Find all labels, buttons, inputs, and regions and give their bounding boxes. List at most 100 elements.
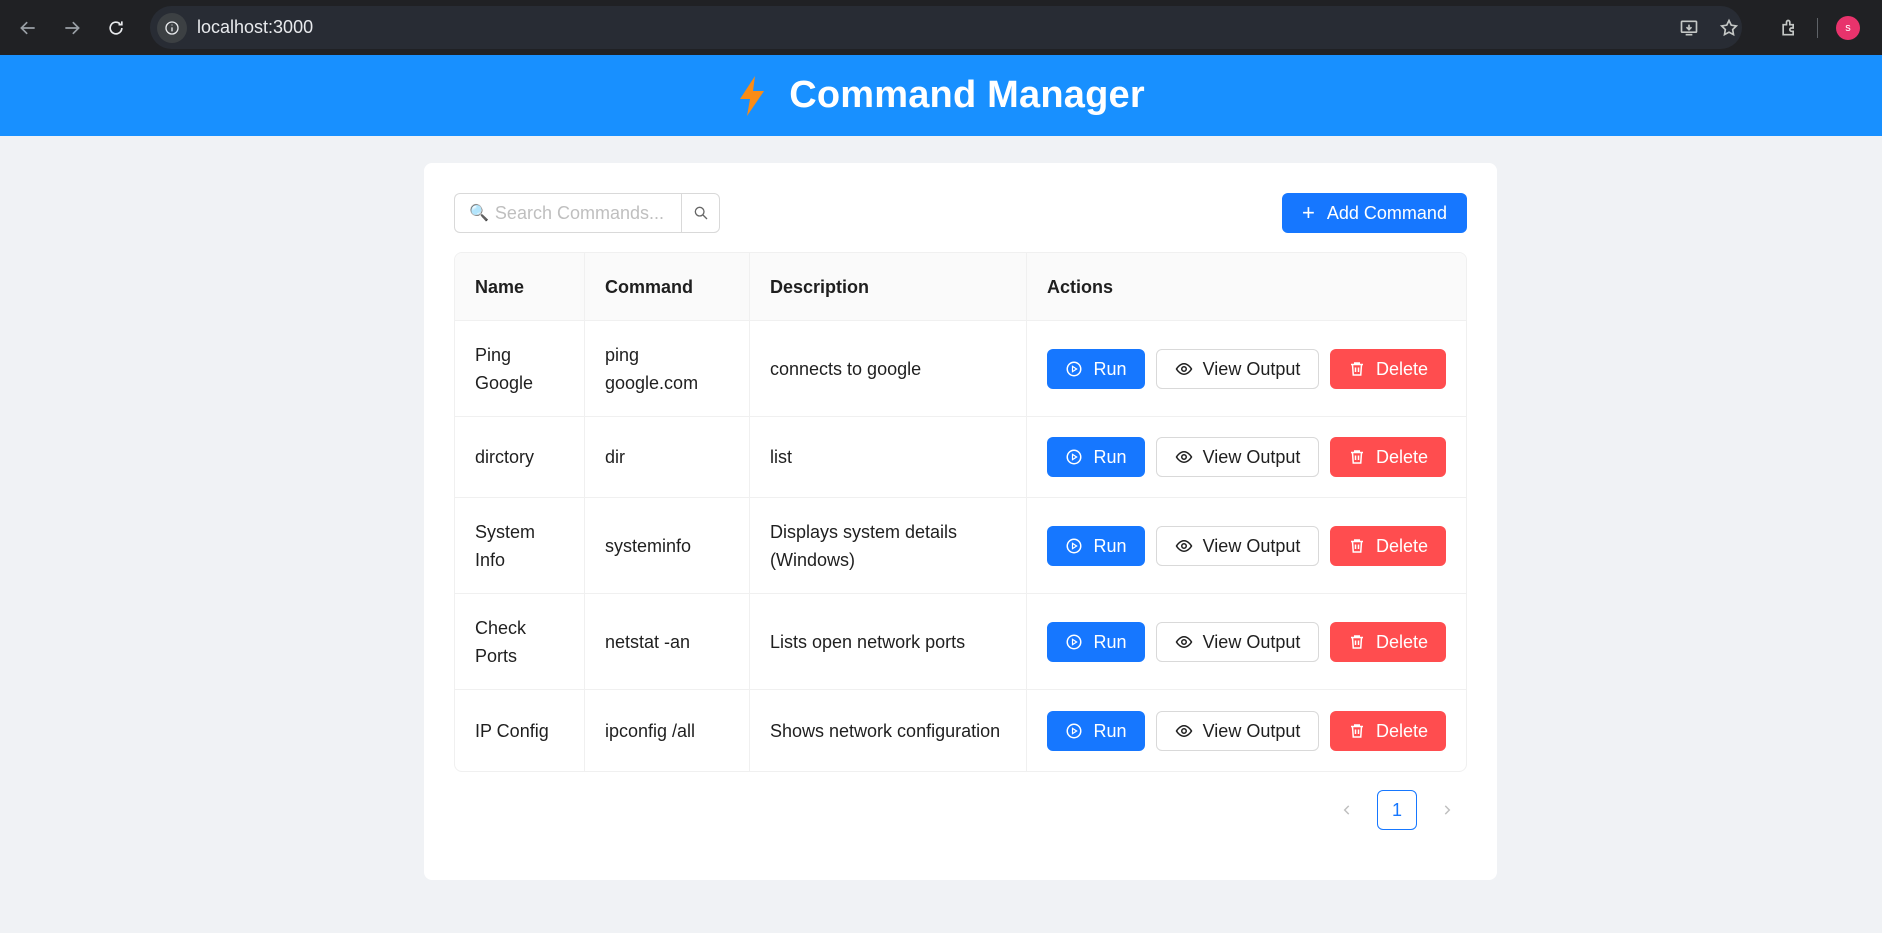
table-header-row: Name Command Description Actions <box>455 253 1466 321</box>
chevron-right-icon <box>1444 805 1451 815</box>
next-page-button[interactable] <box>1427 790 1467 830</box>
cell-name: dirctory <box>455 417 585 497</box>
search-input[interactable] <box>494 202 665 224</box>
play-circle-icon <box>1066 538 1082 553</box>
cell-command: netstat -an <box>585 594 750 689</box>
view-output-button[interactable]: View Output <box>1156 525 1319 566</box>
site-info-icon[interactable] <box>157 12 187 43</box>
search-button[interactable] <box>681 193 720 233</box>
bookmark-star-icon[interactable] <box>1709 8 1749 48</box>
cell-name: Ping Google <box>455 321 585 416</box>
delete-button[interactable]: Delete <box>1330 525 1446 566</box>
table-row: Check Ports netstat -an Lists open netwo… <box>455 594 1466 690</box>
play-circle-icon <box>1066 361 1082 376</box>
play-circle-icon <box>1066 723 1082 738</box>
run-button[interactable]: Run <box>1047 621 1145 662</box>
cell-command: systeminfo <box>585 498 750 593</box>
delete-label: Delete <box>1375 358 1429 379</box>
cell-description: connects to google <box>750 321 1027 416</box>
run-button[interactable]: Run <box>1047 710 1145 751</box>
view-output-label: View Output <box>1202 535 1301 556</box>
prev-page-button[interactable] <box>1327 790 1367 830</box>
run-button[interactable]: Run <box>1047 437 1145 477</box>
delete-button[interactable]: Delete <box>1330 348 1446 389</box>
search-field[interactable]: 🔍 <box>454 193 681 233</box>
column-header-command: Command <box>585 253 750 320</box>
add-command-label: Add Command <box>1326 202 1447 223</box>
arrow-left-icon <box>20 21 35 34</box>
cell-actions: Run View Output Delete <box>1027 417 1466 497</box>
commands-card: 🔍 + Add Command Name Command Description… <box>424 163 1497 880</box>
view-output-label: View Output <box>1202 447 1301 467</box>
cell-actions: Run View Output Delete <box>1027 690 1466 771</box>
table-row: Ping Google ping google.com connects to … <box>455 321 1466 417</box>
page-title: Command Manager <box>789 74 1145 116</box>
table-row: System Info systeminfo Displays system d… <box>455 498 1466 594</box>
table-row: IP Config ipconfig /all Shows network co… <box>455 690 1466 771</box>
view-output-button[interactable]: View Output <box>1156 710 1319 751</box>
reload-icon <box>109 20 123 35</box>
toolbar-divider <box>1817 17 1818 38</box>
view-output-button[interactable]: View Output <box>1156 437 1319 477</box>
eye-icon <box>1175 450 1192 464</box>
cell-command: ipconfig /all <box>585 690 750 771</box>
delete-button[interactable]: Delete <box>1330 437 1446 477</box>
arrow-right-icon <box>65 21 80 34</box>
eye-icon <box>1175 635 1192 648</box>
cell-name: System Info <box>455 498 585 593</box>
trash-icon <box>1350 634 1363 649</box>
run-label: Run <box>1093 447 1127 467</box>
magnifier-emoji-icon: 🔍 <box>469 205 489 222</box>
back-button[interactable] <box>6 6 50 50</box>
cell-actions: Run View Output Delete <box>1027 498 1466 593</box>
view-output-label: View Output <box>1202 720 1301 741</box>
address-bar[interactable]: localhost:3000 <box>150 6 1742 49</box>
view-output-button[interactable]: View Output <box>1156 348 1319 389</box>
add-command-button[interactable]: + Add Command <box>1282 193 1467 233</box>
app-header: Command Manager <box>0 55 1882 136</box>
toolbar: 🔍 + Add Command <box>454 193 1467 233</box>
delete-button[interactable]: Delete <box>1330 621 1446 662</box>
cell-command: dir <box>585 417 750 497</box>
commands-table: Name Command Description Actions Ping Go… <box>454 252 1467 772</box>
delete-label: Delete <box>1375 447 1429 467</box>
column-header-description: Description <box>750 253 1027 320</box>
chevron-left-icon <box>1343 805 1350 815</box>
delete-button[interactable]: Delete <box>1330 710 1446 751</box>
cell-description: list <box>750 417 1027 497</box>
view-output-label: View Output <box>1202 631 1301 652</box>
forward-button[interactable] <box>50 6 94 50</box>
install-app-icon[interactable] <box>1669 8 1709 48</box>
cell-actions: Run View Output Delete <box>1027 321 1466 416</box>
cell-name: IP Config <box>455 690 585 771</box>
table-row: dirctory dir list Run View Output Delete <box>455 417 1466 498</box>
cell-actions: Run View Output Delete <box>1027 594 1466 689</box>
search-group: 🔍 <box>454 193 720 233</box>
trash-icon <box>1350 450 1363 464</box>
cell-name: Check Ports <box>455 594 585 689</box>
url-text: localhost:3000 <box>197 17 314 37</box>
extensions-icon[interactable] <box>1769 8 1809 48</box>
cell-command: ping google.com <box>585 321 750 416</box>
play-circle-icon <box>1066 449 1082 465</box>
cell-description: Displays system details (Windows) <box>750 498 1027 593</box>
view-output-button[interactable]: View Output <box>1156 621 1319 662</box>
trash-icon <box>1350 538 1363 553</box>
eye-icon <box>1175 362 1192 375</box>
run-button[interactable]: Run <box>1047 348 1145 389</box>
cell-description: Shows network configuration <box>750 690 1027 771</box>
column-header-actions: Actions <box>1047 276 1114 297</box>
run-button[interactable]: Run <box>1047 525 1145 566</box>
run-label: Run <box>1093 720 1127 741</box>
page-1-button[interactable]: 1 <box>1377 790 1417 830</box>
profile-avatar[interactable]: s <box>1836 15 1860 40</box>
trash-icon <box>1350 361 1363 376</box>
cell-description: Lists open network ports <box>750 594 1027 689</box>
column-header-name: Name <box>455 253 585 320</box>
run-label: Run <box>1093 358 1127 379</box>
delete-label: Delete <box>1375 720 1429 741</box>
delete-label: Delete <box>1375 535 1429 556</box>
reload-button[interactable] <box>94 6 138 50</box>
lightning-bolt-icon <box>740 75 765 116</box>
run-label: Run <box>1093 631 1127 652</box>
